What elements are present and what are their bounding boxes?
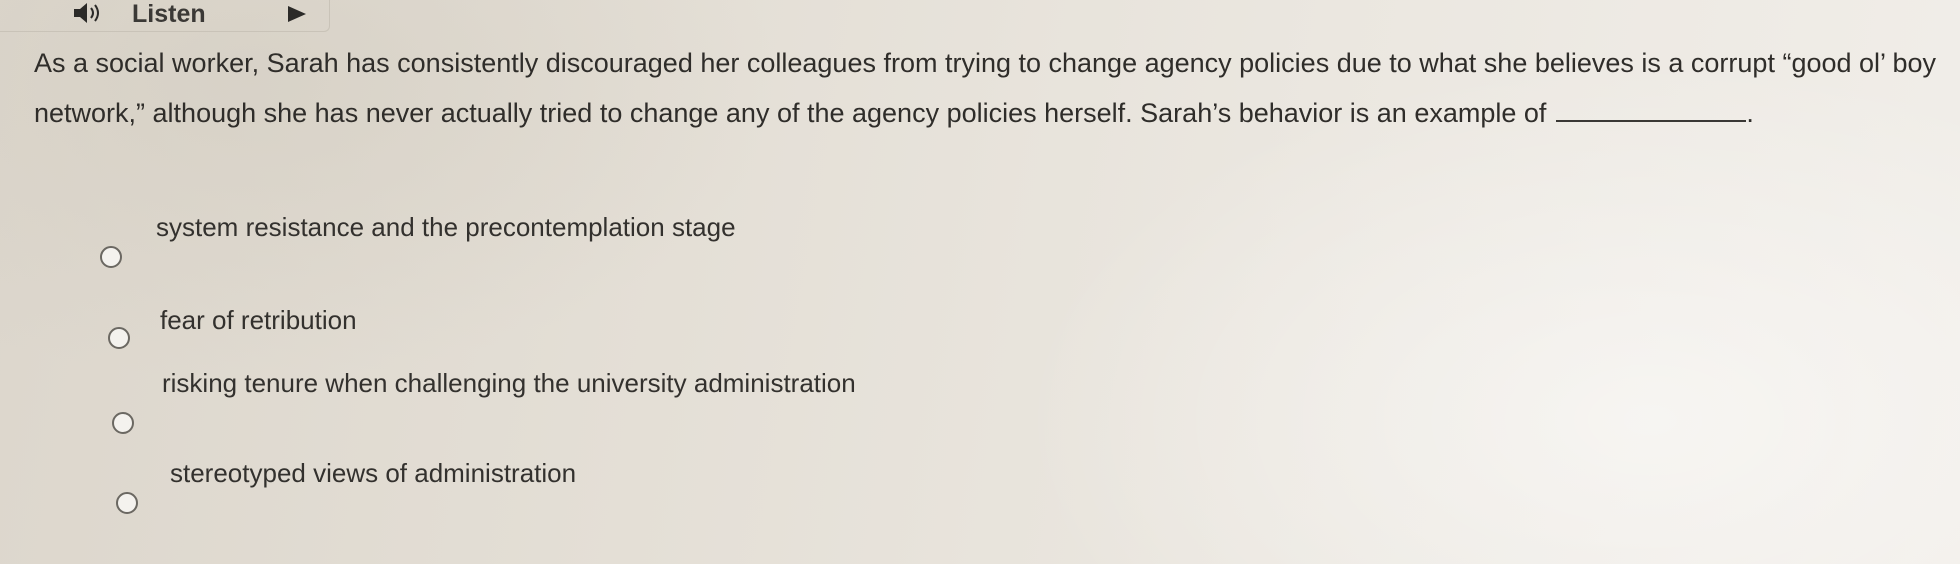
option-label-1: system resistance and the precontemplati… [156, 212, 736, 242]
radio-button-4[interactable] [116, 492, 138, 514]
radio-button-3[interactable] [112, 412, 134, 434]
option-label-2: fear of retribution [160, 305, 357, 335]
answer-options: system resistance and the precontemplati… [0, 0, 1960, 564]
option-label-3: risking tenure when challenging the univ… [162, 368, 856, 398]
radio-button-2[interactable] [108, 327, 130, 349]
option-label-4: stereotyped views of administration [170, 458, 577, 488]
radio-button-1[interactable] [100, 246, 122, 268]
